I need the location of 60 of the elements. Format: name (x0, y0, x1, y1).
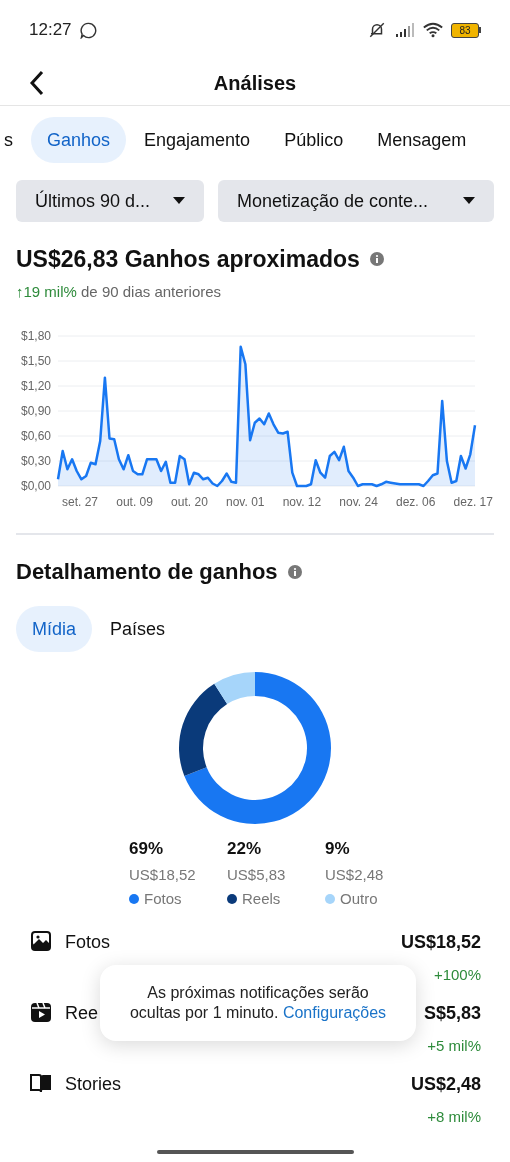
section-heading: Detalhamento de ganhos (16, 558, 278, 586)
x-axis-label: set. 27 (62, 494, 99, 511)
x-axis-label: nov. 01 (226, 494, 265, 511)
x-axis-label: out. 20 (171, 494, 208, 511)
wifi-icon (423, 22, 443, 38)
tab[interactable]: Mensagem (361, 117, 483, 163)
row-amount: US$2,48 (410, 1072, 481, 1096)
earnings-heading: US$26,83 Ganhos aproximados (16, 245, 360, 274)
row-label: Fotos (65, 930, 111, 954)
x-axis-label: dez. 06 (396, 494, 436, 511)
status-time: 12:27 (29, 19, 72, 42)
y-axis-label: $0,60 (21, 429, 52, 443)
image-icon (29, 928, 53, 953)
muted-bell-icon (367, 21, 387, 39)
info-icon (369, 252, 384, 267)
tab[interactable]: Mídia (16, 606, 92, 652)
tab[interactable]: Ganhos (31, 117, 127, 163)
change-text: ↑19 mil% de 90 dias anteriores (16, 281, 223, 302)
caret-icon (173, 197, 185, 205)
chat-icon (79, 21, 97, 39)
legend-label: Reels (242, 889, 281, 909)
y-axis-label: $1,50 (21, 354, 52, 368)
info-icon (287, 564, 302, 579)
legend-label: Outro (340, 889, 378, 909)
filter-dropdown[interactable]: Últimos 90 d... (16, 180, 204, 222)
row-label: Ree (65, 1001, 99, 1025)
tab[interactable]: Público (268, 117, 360, 163)
row-label: Stories (65, 1072, 122, 1096)
signal-icon (395, 23, 415, 37)
row-amount: US$18,52 (400, 930, 481, 954)
battery-indicator: 83 (451, 22, 481, 38)
x-axis-label: out. 09 (116, 494, 153, 511)
y-axis-label: $1,80 (21, 329, 52, 343)
row-change: +8 mil% (427, 1106, 481, 1127)
legend-amount: US$5,83 (227, 864, 287, 885)
back-icon (29, 70, 45, 96)
row-change: +100% (433, 964, 481, 985)
tab[interactable]: Engajamento (128, 117, 267, 163)
y-axis-label: $0,30 (21, 454, 52, 468)
y-axis-label: $0,90 (21, 404, 52, 418)
legend-percent: 22% (227, 838, 263, 860)
caret-icon (463, 197, 475, 205)
tab[interactable]: Países (94, 606, 182, 652)
filter-dropdown[interactable]: Monetização de conte... (218, 180, 494, 222)
toast-message: As próximas notificações serão ocultas por 1 minuto. Configurações (128, 982, 388, 1023)
legend-label: Fotos (144, 889, 182, 909)
legend-amount: US$2,48 (325, 864, 385, 885)
row-amount: S$5,83 (423, 1001, 481, 1025)
x-axis-label: nov. 12 (282, 494, 322, 511)
y-axis-label: $0,00 (21, 479, 52, 493)
x-axis-label: nov. 24 (339, 494, 378, 511)
legend-amount: US$18,52 (129, 864, 195, 885)
x-axis-label: dez. 17 (453, 494, 493, 511)
y-axis-label: $1,20 (21, 379, 52, 393)
legend-percent: 9% (325, 838, 351, 860)
settings-link[interactable]: Configurações (282, 1003, 387, 1021)
tab[interactable]: s (0, 117, 29, 163)
row-change: +5 mil% (427, 1035, 481, 1056)
page-title: Análises (213, 70, 297, 96)
legend-percent: 69% (129, 838, 165, 860)
